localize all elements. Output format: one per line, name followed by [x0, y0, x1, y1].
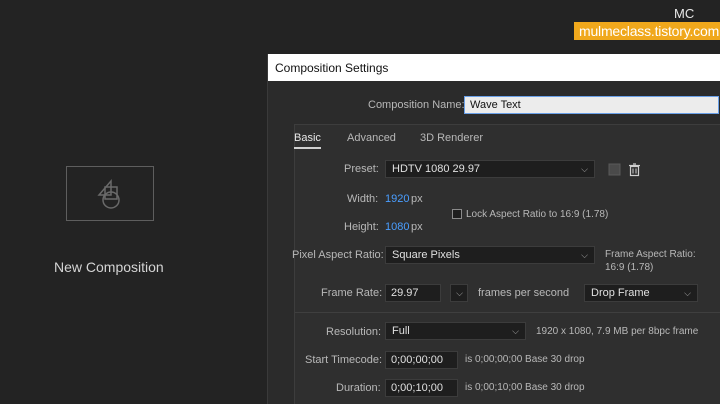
- save-preset-icon: [608, 163, 621, 176]
- resolution-label: Resolution:: [326, 326, 382, 338]
- dialog-title: Composition Settings: [275, 61, 389, 75]
- divider: [295, 312, 720, 313]
- lock-aspect-label: Lock Aspect Ratio to 16:9 (1.78): [466, 209, 609, 220]
- tab-advanced[interactable]: Advanced: [347, 132, 396, 144]
- dialog-titlebar[interactable]: Composition Settings: [268, 54, 720, 81]
- chevron-down-icon: ⌵: [456, 288, 463, 298]
- duration-input[interactable]: 0;00;10;00: [385, 379, 458, 397]
- composition-name-input[interactable]: Wave Text: [464, 96, 719, 114]
- width-label: Width:: [347, 193, 379, 205]
- start-timecode-label: Start Timecode:: [305, 354, 383, 366]
- composition-settings-dialog: Composition Settings Composition Name: W…: [267, 54, 720, 404]
- duration-label: Duration:: [336, 382, 381, 394]
- pixel-aspect-label: Pixel Aspect Ratio:: [292, 249, 384, 261]
- preset-label: Preset:: [344, 163, 379, 175]
- width-value[interactable]: 1920: [385, 193, 409, 205]
- chevron-down-icon: ⌵: [581, 164, 588, 174]
- svg-text:MC: MC: [674, 6, 694, 21]
- watermark-text: mulmeclass.tistory.com: [574, 22, 720, 40]
- chevron-down-icon: ⌵: [512, 326, 519, 336]
- height-value[interactable]: 1080: [385, 221, 409, 233]
- frame-aspect-value: 16:9 (1.78): [605, 262, 654, 273]
- resolution-dropdown[interactable]: Full ⌵: [385, 322, 526, 340]
- composition-name-label: Composition Name:: [368, 99, 465, 111]
- save-preset-button[interactable]: [606, 161, 623, 178]
- height-unit: px: [411, 221, 423, 233]
- duration-info: is 0;00;10;00 Base 30 drop: [465, 382, 585, 393]
- start-timecode-info: is 0;00;00;00 Base 30 drop: [465, 354, 585, 365]
- frames-per-second-label: frames per second: [478, 287, 570, 299]
- pixel-aspect-value: Square Pixels: [392, 249, 460, 261]
- frame-rate-dropdown[interactable]: ⌵: [450, 284, 468, 302]
- height-label: Height:: [344, 221, 379, 233]
- new-composition-label[interactable]: New Composition: [54, 259, 164, 275]
- new-composition-button[interactable]: [66, 166, 154, 221]
- lock-aspect-checkbox[interactable]: [452, 209, 462, 219]
- frame-rate-label: Frame Rate:: [321, 287, 383, 299]
- start-timecode-input[interactable]: 0;00;00;00: [385, 351, 458, 369]
- drop-frame-value: Drop Frame: [591, 287, 650, 299]
- watermark-logo: MC: [674, 6, 694, 21]
- preset-dropdown[interactable]: HDTV 1080 29.97 ⌵: [385, 160, 595, 178]
- frame-rate-input[interactable]: 29.97: [385, 284, 441, 302]
- trash-icon: [629, 163, 640, 177]
- frame-aspect-label: Frame Aspect Ratio:: [605, 249, 696, 260]
- pixel-aspect-dropdown[interactable]: Square Pixels ⌵: [385, 246, 595, 264]
- width-unit: px: [411, 193, 423, 205]
- delete-preset-button[interactable]: [626, 161, 643, 178]
- composition-icon: [97, 178, 120, 209]
- tab-basic[interactable]: Basic: [294, 132, 321, 149]
- preset-value: HDTV 1080 29.97: [392, 163, 481, 175]
- resolution-value: Full: [392, 325, 410, 337]
- chevron-down-icon: ⌵: [684, 288, 691, 298]
- resolution-info: 1920 x 1080, 7.9 MB per 8bpc frame: [536, 326, 699, 337]
- tab-3d-renderer[interactable]: 3D Renderer: [420, 132, 483, 144]
- chevron-down-icon: ⌵: [581, 250, 588, 260]
- drop-frame-dropdown[interactable]: Drop Frame ⌵: [584, 284, 698, 302]
